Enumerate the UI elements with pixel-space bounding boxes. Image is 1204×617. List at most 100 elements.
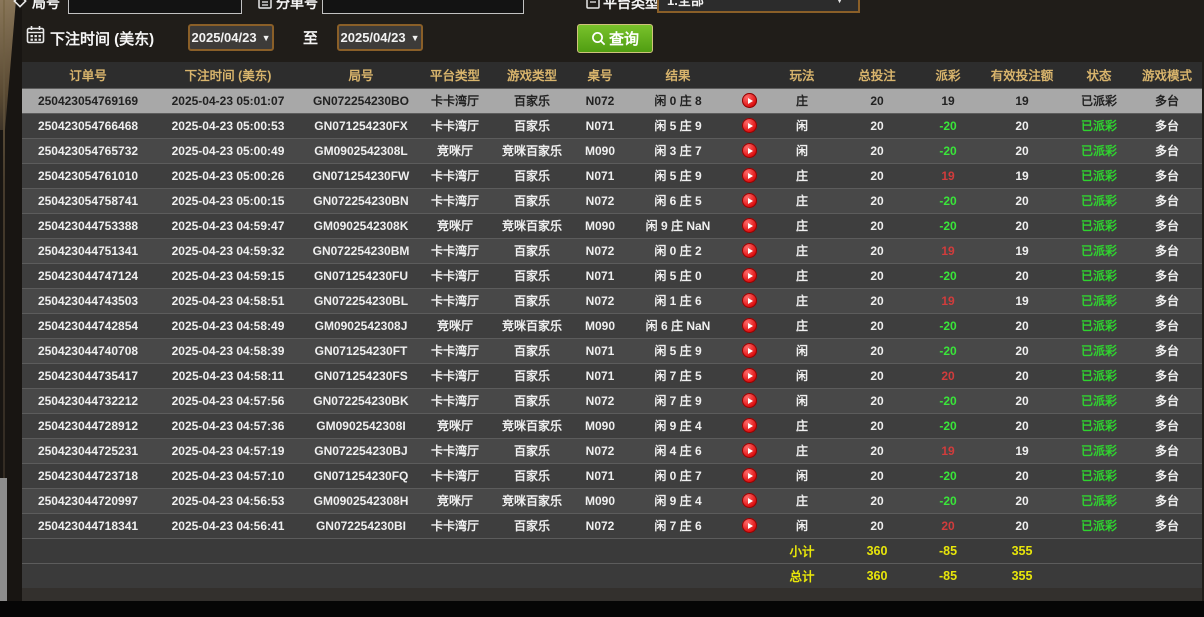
cell-status: 已派彩 (1066, 387, 1132, 413)
cell-order: 250423044747124 (22, 262, 154, 288)
cell-payout: 19 (918, 162, 978, 188)
date-to-picker[interactable]: 2025/04/23 ▼ (337, 24, 423, 51)
table-row[interactable]: 250423044742854 2025-04-23 04:58:49 GM0902… (22, 312, 1202, 338)
col-header-result[interactable]: 结果 (626, 62, 730, 88)
replay-cell (730, 137, 768, 163)
date-from-value: 2025/04/23 (191, 30, 257, 45)
col-header-bet-time[interactable]: 下注时间 (美东) (154, 62, 302, 88)
play-replay-icon[interactable] (741, 293, 757, 309)
table-row[interactable]: 250423054761010 2025-04-23 05:00:26 GN0712… (22, 162, 1202, 188)
cell-game: 百家乐 (490, 112, 574, 138)
table-row[interactable]: 250423044723718 2025-04-23 04:57:10 GN0712… (22, 462, 1202, 488)
play-replay-icon[interactable] (741, 468, 757, 484)
col-header-valid[interactable]: 有效投注额 (978, 62, 1066, 88)
table-row[interactable]: 250423044743503 2025-04-23 04:58:51 GN0722… (22, 287, 1202, 313)
col-header-replay (730, 62, 768, 88)
play-replay-icon[interactable] (741, 268, 757, 284)
empty-cell (1066, 562, 1132, 588)
cell-mode: 多台 (1132, 512, 1202, 538)
play-replay-icon[interactable] (741, 418, 757, 434)
cell-order: 250423054766468 (22, 112, 154, 138)
cell-time: 2025-04-23 05:00:49 (154, 137, 302, 163)
cell-order: 250423044742854 (22, 312, 154, 338)
cell-payout: -20 (918, 412, 978, 438)
cell-table: N072 (574, 512, 626, 538)
cell-status: 已派彩 (1066, 487, 1132, 513)
table-row[interactable]: 250423054769169 2025-04-23 05:01:07 GN0722… (22, 87, 1202, 113)
grand-total-row: 总计 360 -85 355 (22, 562, 1202, 588)
table-row[interactable]: 250423044740708 2025-04-23 04:58:39 GN0712… (22, 337, 1202, 363)
cell-payout: -20 (918, 487, 978, 513)
table-row[interactable]: 250423044718341 2025-04-23 04:56:41 GN0722… (22, 512, 1202, 538)
table-row[interactable]: 250423044725231 2025-04-23 04:57:19 GN0722… (22, 437, 1202, 463)
play-replay-icon[interactable] (741, 118, 757, 134)
left-scrollbar-fragment[interactable] (0, 478, 7, 601)
cell-play: 庄 (768, 212, 836, 238)
cell-result: 闲 0 庄 7 (626, 462, 730, 488)
table-row[interactable]: 250423044732212 2025-04-23 04:57:56 GN0722… (22, 387, 1202, 413)
cell-total: 20 (836, 212, 918, 238)
play-replay-icon[interactable] (741, 368, 757, 384)
col-header-mode[interactable]: 游戏模式 (1132, 62, 1202, 88)
table-row[interactable]: 250423044751341 2025-04-23 04:59:32 GN0722… (22, 237, 1202, 263)
table-row[interactable]: 250423054758741 2025-04-23 05:00:15 GN0722… (22, 187, 1202, 213)
play-replay-icon[interactable] (741, 193, 757, 209)
table-row[interactable]: 250423044753388 2025-04-23 04:59:47 GM0902… (22, 212, 1202, 238)
cell-total: 20 (836, 312, 918, 338)
play-replay-icon[interactable] (741, 243, 757, 259)
cell-result: 闲 1 庄 6 (626, 287, 730, 313)
cell-table: M090 (574, 412, 626, 438)
grand-total-row-valid-bet: 355 (978, 562, 1066, 588)
cell-mode: 多台 (1132, 187, 1202, 213)
table-row[interactable]: 250423054765732 2025-04-23 05:00:49 GM0902… (22, 137, 1202, 163)
table-row[interactable]: 250423054766468 2025-04-23 05:00:53 GN0712… (22, 112, 1202, 138)
play-replay-icon[interactable] (741, 318, 757, 334)
cell-order: 250423044728912 (22, 412, 154, 438)
cell-mode: 多台 (1132, 337, 1202, 363)
filter-bar: 局号 分单号 平台类型 1.全部 ▼ 下注时间 (美东) 2025/04/23 … (0, 0, 1204, 62)
date-from-picker[interactable]: 2025/04/23 ▼ (188, 24, 274, 51)
col-header-table-no[interactable]: 桌号 (574, 62, 626, 88)
table-row[interactable]: 250423044728912 2025-04-23 04:57:36 GM0902… (22, 412, 1202, 438)
platform-type-select[interactable]: 1.全部 ▼ (657, 0, 860, 13)
col-header-play[interactable]: 玩法 (768, 62, 836, 88)
empty-cell (1066, 537, 1132, 563)
game-no-label: 局号 (32, 0, 60, 11)
play-replay-icon[interactable] (741, 93, 757, 109)
play-replay-icon[interactable] (741, 393, 757, 409)
game-no-input[interactable] (68, 0, 242, 14)
play-replay-icon[interactable] (741, 143, 757, 159)
play-replay-icon[interactable] (741, 493, 757, 509)
cell-payout: -20 (918, 462, 978, 488)
cell-game: 竞咪百家乐 (490, 212, 574, 238)
col-header-platform[interactable]: 平台类型 (420, 62, 490, 88)
cell-total: 20 (836, 487, 918, 513)
play-replay-icon[interactable] (741, 443, 757, 459)
replay-cell (730, 87, 768, 113)
table-row[interactable]: 250423044735417 2025-04-23 04:58:11 GN0712… (22, 362, 1202, 388)
table-row[interactable]: 250423044720997 2025-04-23 04:56:53 GM0902… (22, 487, 1202, 513)
cell-total: 20 (836, 387, 918, 413)
cell-mode: 多台 (1132, 287, 1202, 313)
col-header-payout[interactable]: 派彩 (918, 62, 978, 88)
play-replay-icon[interactable] (741, 518, 757, 534)
cell-time: 2025-04-23 05:00:15 (154, 187, 302, 213)
cell-result: 闲 6 庄 NaN (626, 312, 730, 338)
col-header-order[interactable]: 订单号 (22, 62, 154, 88)
play-replay-icon[interactable] (741, 343, 757, 359)
cell-total: 20 (836, 187, 918, 213)
col-header-status[interactable]: 状态 (1066, 62, 1132, 88)
cell-result: 闲 5 庄 9 (626, 337, 730, 363)
cell-status: 已派彩 (1066, 512, 1132, 538)
col-header-round[interactable]: 局号 (302, 62, 420, 88)
replay-cell (730, 187, 768, 213)
play-replay-icon[interactable] (741, 218, 757, 234)
play-replay-icon[interactable] (741, 168, 757, 184)
cell-payout: -20 (918, 262, 978, 288)
cell-hall: 竞咪厅 (420, 312, 490, 338)
split-order-input[interactable] (322, 0, 524, 14)
col-header-game[interactable]: 游戏类型 (490, 62, 574, 88)
query-button[interactable]: 查询 (577, 24, 653, 53)
table-row[interactable]: 250423044747124 2025-04-23 04:59:15 GN0712… (22, 262, 1202, 288)
col-header-total[interactable]: 总投注 (836, 62, 918, 88)
